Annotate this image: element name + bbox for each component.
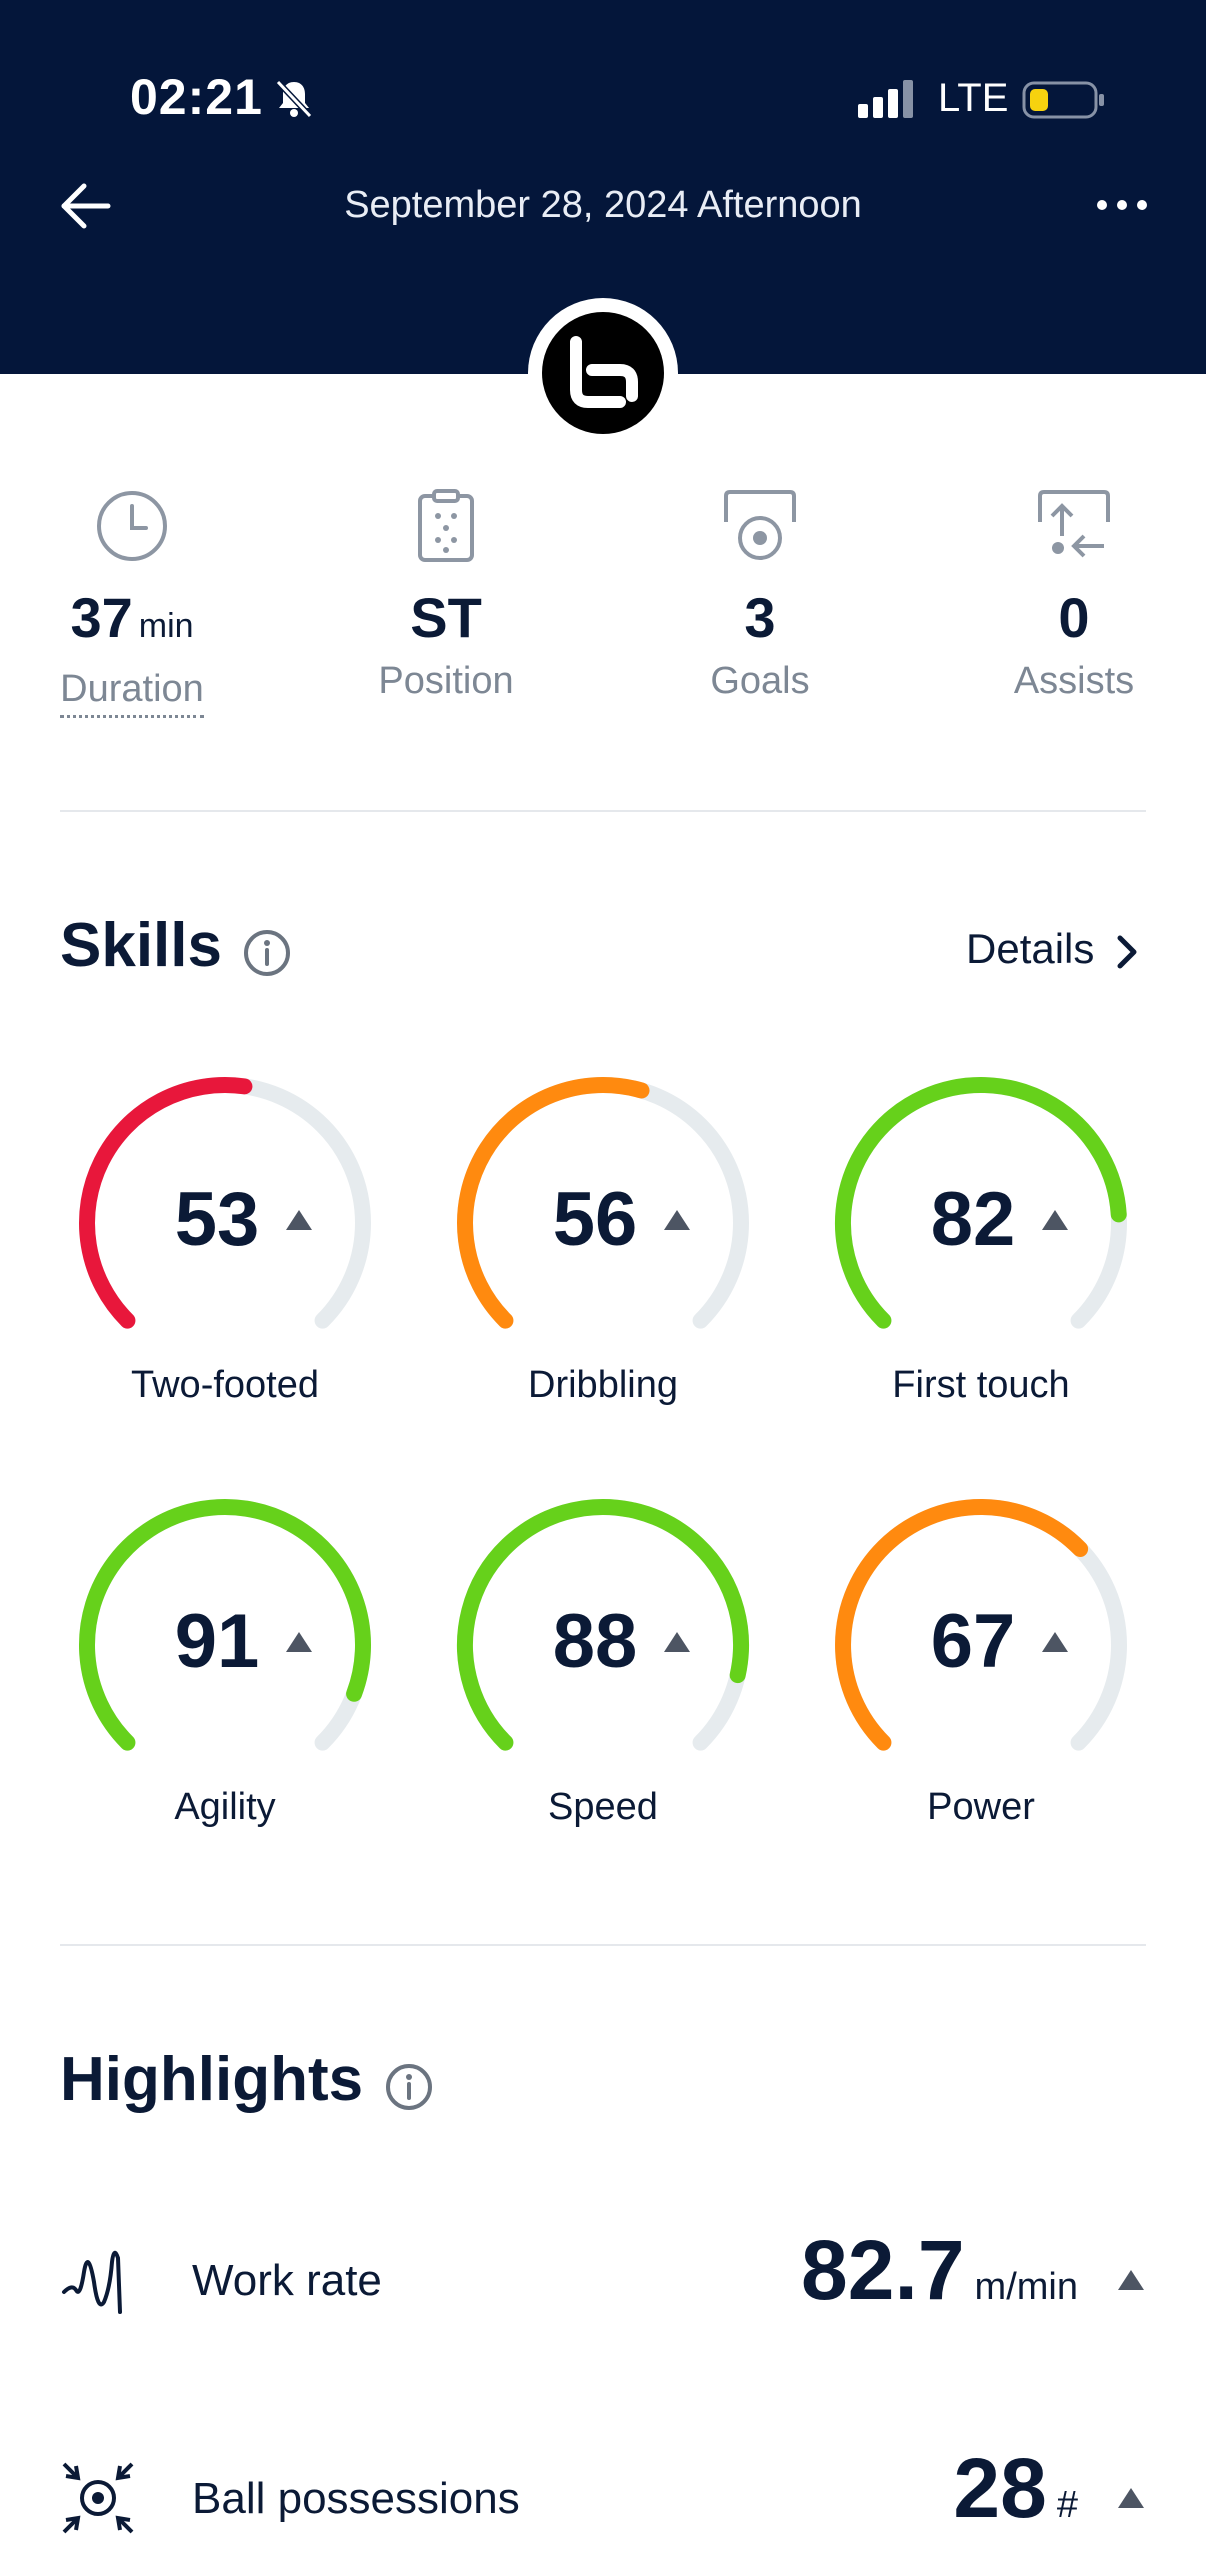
signal-icon [858,80,913,118]
duration-label: Duration [60,668,204,718]
highlights-title: Highlights [60,2045,364,2114]
up-arrow-icon [1118,2488,1144,2508]
session-title: September 28, 2024 Afternoon [344,184,862,226]
up-arrow-icon [286,1210,312,1230]
assists-value: 0 [1058,586,1090,649]
more-options-icon[interactable] [1094,190,1150,220]
skills-info-icon[interactable] [242,928,292,978]
skills-title: Skills [60,911,222,980]
app-logo [528,298,678,448]
skill-gauge-agility[interactable]: 91 Agility [70,1490,380,1828]
duration-unit: min [138,607,194,645]
stat-goals: 3 Goals [660,486,860,703]
duration-value: 37 [70,586,133,649]
assist-icon [1038,490,1110,558]
up-arrow-icon [664,1632,690,1652]
ball-possessions-label: Ball possessions [192,2474,520,2523]
skill-value: 91 [174,1599,260,1684]
position-label: Position [378,660,514,702]
skill-label: Power [927,1786,1035,1828]
skill-gauge-two-footed[interactable]: 53 Two-footed [70,1068,380,1406]
clock-icon [97,491,167,561]
details-link[interactable]: Details [966,925,1094,973]
status-time: 02:21 [130,69,263,125]
chevron-right-icon[interactable] [1112,932,1142,972]
highlight-row-work-rate[interactable]: Work rate 82.7 m/min [60,2222,1146,2332]
work-rate-unit: m/min [974,2266,1078,2308]
skill-value: 53 [174,1177,260,1262]
battery-icon [1022,81,1104,119]
logo-mark-icon [570,336,638,408]
skill-value: 56 [552,1177,638,1262]
skill-label: First touch [892,1364,1070,1406]
divider [60,810,1146,812]
goal-icon [724,490,796,560]
skill-label: Speed [548,1786,658,1828]
skill-gauge-speed[interactable]: 88 Speed [448,1490,758,1828]
skill-value: 67 [930,1599,1016,1684]
skill-value: 88 [552,1599,638,1684]
up-arrow-icon [1042,1632,1068,1652]
skill-gauge-first-touch[interactable]: 82 First touch [826,1068,1136,1406]
back-arrow-icon[interactable] [56,176,116,236]
position-value: ST [410,586,482,649]
skill-label: Dribbling [528,1364,678,1406]
clipboard-icon [418,489,474,562]
bell-muted-icon [275,79,313,119]
stat-duration[interactable]: 37 min Duration [32,486,232,718]
work-rate-icon [62,2250,122,2314]
up-arrow-icon [1118,2270,1144,2290]
goals-label: Goals [710,660,810,702]
skill-gauge-power[interactable]: 67 Power [826,1490,1136,1828]
ball-possession-icon [62,2462,134,2534]
skill-label: Agility [174,1786,276,1828]
skill-label: Two-footed [131,1364,319,1406]
up-arrow-icon [664,1210,690,1230]
ball-possessions-unit: # [1056,2484,1078,2526]
work-rate-value: 82.7 [801,2223,965,2317]
up-arrow-icon [1042,1210,1068,1230]
stat-assists: 0 Assists [974,486,1174,703]
highlights-info-icon[interactable] [384,2062,434,2112]
work-rate-label: Work rate [192,2256,382,2305]
up-arrow-icon [286,1632,312,1652]
assists-label: Assists [1013,660,1135,702]
skill-gauge-dribbling[interactable]: 56 Dribbling [448,1068,758,1406]
network-type: LTE [938,76,1009,120]
highlight-row-ball-possessions[interactable]: Ball possessions 28 # [60,2440,1146,2549]
stat-position: ST Position [346,486,546,703]
divider [60,1944,1146,1946]
ball-possessions-value: 28 [953,2441,1047,2535]
skill-value: 82 [930,1177,1016,1262]
goals-value: 3 [744,586,776,649]
